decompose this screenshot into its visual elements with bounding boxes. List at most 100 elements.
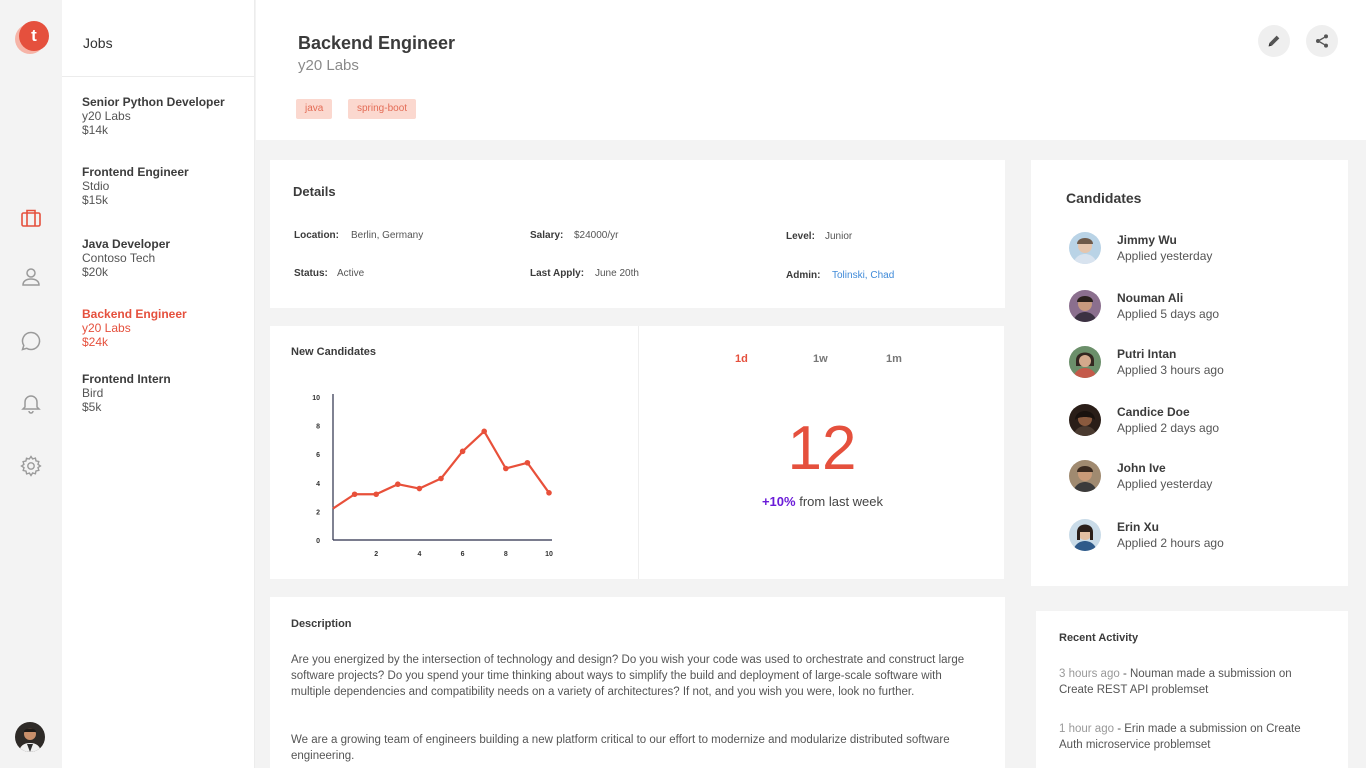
candidate-item[interactable]: Erin Xu Applied 2 hours ago — [1069, 519, 1329, 553]
candidate-item[interactable]: Putri Intan Applied 3 hours ago — [1069, 346, 1329, 380]
chat-icon[interactable] — [19, 329, 43, 353]
jobs-panel: Jobs Senior Python Developer y20 Labs $1… — [62, 0, 255, 768]
candidate-applied: Applied 3 hours ago — [1117, 363, 1224, 377]
activity-time: 1 hour ago — [1059, 723, 1114, 735]
candidate-item[interactable]: Jimmy Wu Applied yesterday — [1069, 232, 1329, 266]
avatar — [1069, 290, 1101, 322]
job-salary: $5k — [82, 400, 102, 414]
data-point — [438, 475, 444, 482]
x-tick-label: 10 — [545, 551, 553, 558]
share-icon — [1316, 34, 1328, 48]
candidate-applied: Applied yesterday — [1117, 249, 1213, 263]
candidate-name: John Ive — [1117, 461, 1166, 475]
job-company: y20 Labs — [82, 109, 131, 123]
data-point — [459, 448, 466, 455]
job-salary: $14k — [82, 123, 109, 137]
x-tick-label: 2 — [374, 551, 378, 558]
profile-avatar[interactable] — [15, 722, 45, 752]
job-header: Backend Engineer y20 Labs java spring-bo… — [256, 0, 1366, 140]
job-item-active[interactable]: Backend Engineer y20 Labs $24k — [82, 307, 252, 349]
data-point — [503, 465, 509, 472]
data-point — [546, 490, 552, 496]
last-apply-value: June 20th — [595, 268, 639, 279]
description-paragraph: We are a growing team of engineers build… — [291, 734, 950, 762]
description-card: Description Are you energized by the int… — [270, 597, 1005, 768]
job-salary: $15k — [82, 193, 109, 207]
status-value: Active — [337, 268, 365, 279]
salary-value: $24000/yr — [574, 230, 619, 241]
tab-1w[interactable]: 1w — [813, 353, 828, 365]
job-item[interactable]: Frontend Intern Bird $5k — [82, 372, 252, 414]
x-tick-label: 4 — [417, 551, 421, 558]
activity-item[interactable]: 1 hour ago - Erin made a submission on C… — [1059, 721, 1319, 753]
job-salary: $20k — [82, 265, 109, 279]
y-tick-label: 2 — [316, 509, 320, 516]
page-subtitle: y20 Labs — [298, 57, 359, 74]
job-title: Frontend Intern — [82, 372, 171, 386]
count-delta: +10% from last week — [700, 494, 945, 509]
candidate-name: Jimmy Wu — [1117, 233, 1177, 247]
data-point — [373, 491, 379, 498]
candidate-applied: Applied 2 days ago — [1117, 421, 1220, 435]
recent-activity-card: Recent Activity 3 hours ago - Nouman mad… — [1036, 611, 1348, 768]
y-tick-label: 8 — [316, 424, 320, 431]
job-item[interactable]: Senior Python Developer y20 Labs $14k — [82, 95, 252, 137]
tag-java[interactable]: java — [296, 99, 333, 119]
y-tick-label: 10 — [312, 395, 320, 402]
activity-item[interactable]: 3 hours ago - Nouman made a submission o… — [1059, 666, 1319, 698]
tag-spring-boot[interactable]: spring-boot — [348, 99, 417, 119]
share-button[interactable] — [1306, 25, 1338, 57]
data-point — [481, 428, 487, 435]
details-card: Details Location: Berlin, Germany Salary… — [270, 160, 1005, 308]
status-label: Status: — [294, 268, 328, 279]
job-title: Frontend Engineer — [82, 165, 189, 179]
candidate-count: 12 — [787, 414, 857, 483]
salary-label: Salary: — [530, 230, 564, 241]
avatar — [1069, 404, 1101, 436]
tab-1m[interactable]: 1m — [886, 353, 902, 365]
candidate-applied: Applied 2 hours ago — [1117, 536, 1224, 550]
avatar — [1069, 346, 1101, 378]
candidate-applied: Applied yesterday — [1117, 477, 1213, 491]
candidate-name: Candice Doe — [1117, 405, 1190, 419]
page-title: Backend Engineer — [298, 33, 456, 53]
job-title: Senior Python Developer — [82, 95, 225, 109]
user-icon[interactable] — [19, 265, 43, 289]
delta-percent: +10% — [761, 494, 796, 509]
details-heading: Details — [293, 184, 336, 199]
candidates-line-chart: 0 2 4 6 8 10 2 4 6 8 10 — [312, 394, 553, 558]
location-label: Location: — [294, 230, 339, 241]
y-tick-label: 6 — [316, 452, 320, 459]
data-point — [351, 491, 358, 498]
recent-activity-heading: Recent Activity — [1059, 632, 1139, 644]
x-tick-label: 6 — [461, 551, 465, 558]
gear-icon[interactable] — [19, 454, 43, 478]
candidates-heading: Candidates — [1066, 190, 1142, 206]
data-point — [395, 481, 401, 488]
job-item[interactable]: Frontend Engineer Stdio $15k — [82, 165, 252, 207]
briefcase-icon[interactable] — [19, 206, 43, 230]
candidate-name: Putri Intan — [1117, 347, 1177, 361]
candidate-item[interactable]: John Ive Applied yesterday — [1069, 460, 1329, 494]
candidate-item[interactable]: Candice Doe Applied 2 days ago — [1069, 404, 1329, 438]
description-heading: Description — [291, 618, 352, 630]
data-point — [524, 459, 531, 466]
level-label: Level: — [786, 231, 815, 242]
job-title: Java Developer — [82, 237, 171, 251]
pencil-icon — [1268, 35, 1280, 47]
candidate-applied: Applied 5 days ago — [1117, 307, 1220, 321]
admin-link[interactable]: Tolinski, Chad — [832, 270, 894, 281]
candidate-item[interactable]: Nouman Ali Applied 5 days ago — [1069, 290, 1329, 324]
tab-1d[interactable]: 1d — [735, 353, 748, 365]
app-logo[interactable]: t — [15, 21, 49, 55]
jobs-heading: Jobs — [83, 35, 113, 51]
edit-button[interactable] — [1258, 25, 1290, 57]
bell-icon[interactable] — [19, 391, 43, 415]
avatar — [1069, 519, 1101, 551]
job-item[interactable]: Java Developer Contoso Tech $20k — [82, 237, 252, 279]
location-value: Berlin, Germany — [351, 230, 424, 241]
admin-label: Admin: — [786, 270, 821, 281]
job-company: Bird — [82, 386, 104, 400]
divider — [62, 76, 255, 77]
job-company: y20 Labs — [82, 321, 131, 335]
